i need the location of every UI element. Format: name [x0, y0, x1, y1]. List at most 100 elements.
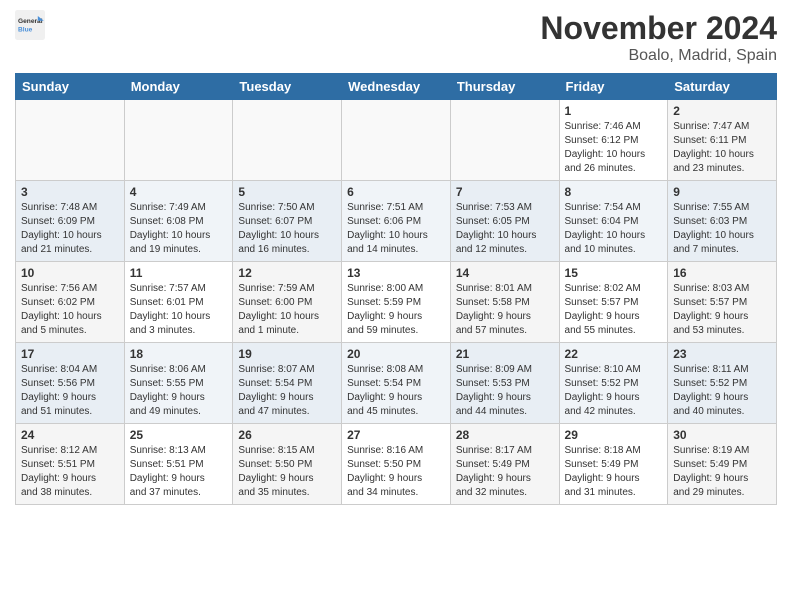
day-info: Sunrise: 7:46 AM Sunset: 6:12 PM Dayligh…	[565, 121, 646, 174]
calendar-row: 3Sunrise: 7:48 AM Sunset: 6:09 PM Daylig…	[16, 181, 777, 262]
day-info: Sunrise: 7:55 AM Sunset: 6:03 PM Dayligh…	[673, 202, 754, 255]
day-info: Sunrise: 8:08 AM Sunset: 5:54 PM Dayligh…	[347, 364, 423, 417]
day-number: 23	[673, 347, 771, 361]
col-wednesday: Wednesday	[342, 74, 451, 100]
table-row: 19 Sunrise: 8:07 AM Sunset: 5:54 PM Dayli…	[233, 343, 342, 424]
table-row: 30 Sunrise: 8:19 AM Sunset: 5:49 PM Dayli…	[668, 424, 777, 505]
day-number: 2	[673, 104, 771, 118]
table-row: 26 Sunrise: 8:15 AM Sunset: 5:50 PM Dayli…	[233, 424, 342, 505]
svg-text:Blue: Blue	[18, 27, 33, 34]
location: Boalo, Madrid, Spain	[540, 47, 777, 65]
table-row: 28 Sunrise: 8:17 AM Sunset: 5:49 PM Dayli…	[450, 424, 559, 505]
table-row: 16 Sunrise: 8:03 AM Sunset: 5:57 PM Dayli…	[668, 262, 777, 343]
day-number: 19	[238, 347, 336, 361]
col-saturday: Saturday	[668, 74, 777, 100]
day-number: 26	[238, 428, 336, 442]
table-row: 18 Sunrise: 8:06 AM Sunset: 5:55 PM Dayli…	[124, 343, 233, 424]
day-number: 30	[673, 428, 771, 442]
day-number: 24	[21, 428, 119, 442]
col-tuesday: Tuesday	[233, 74, 342, 100]
day-number: 18	[130, 347, 228, 361]
day-info: Sunrise: 8:16 AM Sunset: 5:50 PM Dayligh…	[347, 445, 423, 498]
table-row	[450, 100, 559, 181]
day-info: Sunrise: 8:03 AM Sunset: 5:57 PM Dayligh…	[673, 283, 749, 336]
day-info: Sunrise: 8:07 AM Sunset: 5:54 PM Dayligh…	[238, 364, 314, 417]
table-row: 3Sunrise: 7:48 AM Sunset: 6:09 PM Daylig…	[16, 181, 125, 262]
table-row: 5 Sunrise: 7:50 AM Sunset: 6:07 PM Daylig…	[233, 181, 342, 262]
day-info: Sunrise: 8:17 AM Sunset: 5:49 PM Dayligh…	[456, 445, 532, 498]
table-row: 15 Sunrise: 8:02 AM Sunset: 5:57 PM Dayli…	[559, 262, 668, 343]
day-info: Sunrise: 8:15 AM Sunset: 5:50 PM Dayligh…	[238, 445, 314, 498]
col-sunday: Sunday	[16, 74, 125, 100]
day-number: 28	[456, 428, 554, 442]
table-row: 7 Sunrise: 7:53 AM Sunset: 6:05 PM Daylig…	[450, 181, 559, 262]
table-row	[233, 100, 342, 181]
table-row: 13 Sunrise: 8:00 AM Sunset: 5:59 PM Dayli…	[342, 262, 451, 343]
calendar-row: 1Sunrise: 7:46 AM Sunset: 6:12 PM Daylig…	[16, 100, 777, 181]
table-row: 6Sunrise: 7:51 AM Sunset: 6:06 PM Daylig…	[342, 181, 451, 262]
table-row: 9 Sunrise: 7:55 AM Sunset: 6:03 PM Daylig…	[668, 181, 777, 262]
day-number: 16	[673, 266, 771, 280]
day-number: 3	[21, 185, 119, 199]
day-number: 14	[456, 266, 554, 280]
table-row: 21 Sunrise: 8:09 AM Sunset: 5:53 PM Dayli…	[450, 343, 559, 424]
table-row: 22 Sunrise: 8:10 AM Sunset: 5:52 PM Dayli…	[559, 343, 668, 424]
month-title: November 2024	[540, 10, 777, 47]
table-row: 11Sunrise: 7:57 AM Sunset: 6:01 PM Dayli…	[124, 262, 233, 343]
day-info: Sunrise: 7:50 AM Sunset: 6:07 PM Dayligh…	[238, 202, 319, 255]
day-info: Sunrise: 8:04 AM Sunset: 5:56 PM Dayligh…	[21, 364, 97, 417]
table-row: 12 Sunrise: 7:59 AM Sunset: 6:00 PM Dayli…	[233, 262, 342, 343]
day-info: Sunrise: 7:59 AM Sunset: 6:00 PM Dayligh…	[238, 283, 319, 336]
calendar-row: 10 Sunrise: 7:56 AM Sunset: 6:02 PM Dayli…	[16, 262, 777, 343]
logo-icon: General Blue	[15, 10, 45, 40]
table-row: 14Sunrise: 8:01 AM Sunset: 5:58 PM Dayli…	[450, 262, 559, 343]
day-number: 27	[347, 428, 445, 442]
table-row: 1Sunrise: 7:46 AM Sunset: 6:12 PM Daylig…	[559, 100, 668, 181]
day-info: Sunrise: 8:18 AM Sunset: 5:49 PM Dayligh…	[565, 445, 641, 498]
day-number: 5	[238, 185, 336, 199]
header: General Blue November 2024 Boalo, Madrid…	[15, 10, 777, 65]
day-info: Sunrise: 7:56 AM Sunset: 6:02 PM Dayligh…	[21, 283, 102, 336]
table-row: 4 Sunrise: 7:49 AM Sunset: 6:08 PM Daylig…	[124, 181, 233, 262]
table-row: 24 Sunrise: 8:12 AM Sunset: 5:51 PM Dayli…	[16, 424, 125, 505]
table-row: 2 Sunrise: 7:47 AM Sunset: 6:11 PM Daylig…	[668, 100, 777, 181]
day-number: 15	[565, 266, 663, 280]
day-info: Sunrise: 7:53 AM Sunset: 6:05 PM Dayligh…	[456, 202, 537, 255]
day-info: Sunrise: 7:57 AM Sunset: 6:01 PM Dayligh…	[130, 283, 211, 336]
day-info: Sunrise: 8:19 AM Sunset: 5:49 PM Dayligh…	[673, 445, 749, 498]
table-row: 20Sunrise: 8:08 AM Sunset: 5:54 PM Dayli…	[342, 343, 451, 424]
col-thursday: Thursday	[450, 74, 559, 100]
page-container: General Blue November 2024 Boalo, Madrid…	[0, 0, 792, 510]
table-row: 29Sunrise: 8:18 AM Sunset: 5:49 PM Dayli…	[559, 424, 668, 505]
calendar-table: Sunday Monday Tuesday Wednesday Thursday…	[15, 73, 777, 505]
col-friday: Friday	[559, 74, 668, 100]
table-row: 25Sunrise: 8:13 AM Sunset: 5:51 PM Dayli…	[124, 424, 233, 505]
logo: General Blue	[15, 10, 45, 40]
day-info: Sunrise: 7:47 AM Sunset: 6:11 PM Dayligh…	[673, 121, 754, 174]
day-number: 4	[130, 185, 228, 199]
day-number: 13	[347, 266, 445, 280]
table-row: 17Sunrise: 8:04 AM Sunset: 5:56 PM Dayli…	[16, 343, 125, 424]
calendar-row: 24 Sunrise: 8:12 AM Sunset: 5:51 PM Dayli…	[16, 424, 777, 505]
day-number: 9	[673, 185, 771, 199]
day-info: Sunrise: 7:49 AM Sunset: 6:08 PM Dayligh…	[130, 202, 211, 255]
weekday-header-row: Sunday Monday Tuesday Wednesday Thursday…	[16, 74, 777, 100]
day-info: Sunrise: 8:02 AM Sunset: 5:57 PM Dayligh…	[565, 283, 641, 336]
day-info: Sunrise: 8:09 AM Sunset: 5:53 PM Dayligh…	[456, 364, 532, 417]
day-info: Sunrise: 8:10 AM Sunset: 5:52 PM Dayligh…	[565, 364, 641, 417]
day-info: Sunrise: 8:13 AM Sunset: 5:51 PM Dayligh…	[130, 445, 206, 498]
day-info: Sunrise: 7:51 AM Sunset: 6:06 PM Dayligh…	[347, 202, 428, 255]
day-info: Sunrise: 8:00 AM Sunset: 5:59 PM Dayligh…	[347, 283, 423, 336]
day-number: 12	[238, 266, 336, 280]
table-row: 27 Sunrise: 8:16 AM Sunset: 5:50 PM Dayli…	[342, 424, 451, 505]
day-number: 21	[456, 347, 554, 361]
title-block: November 2024 Boalo, Madrid, Spain	[540, 10, 777, 65]
day-info: Sunrise: 7:54 AM Sunset: 6:04 PM Dayligh…	[565, 202, 646, 255]
day-info: Sunrise: 8:12 AM Sunset: 5:51 PM Dayligh…	[21, 445, 97, 498]
day-number: 7	[456, 185, 554, 199]
day-info: Sunrise: 8:06 AM Sunset: 5:55 PM Dayligh…	[130, 364, 206, 417]
table-row: 8Sunrise: 7:54 AM Sunset: 6:04 PM Daylig…	[559, 181, 668, 262]
day-number: 22	[565, 347, 663, 361]
day-number: 10	[21, 266, 119, 280]
table-row	[16, 100, 125, 181]
